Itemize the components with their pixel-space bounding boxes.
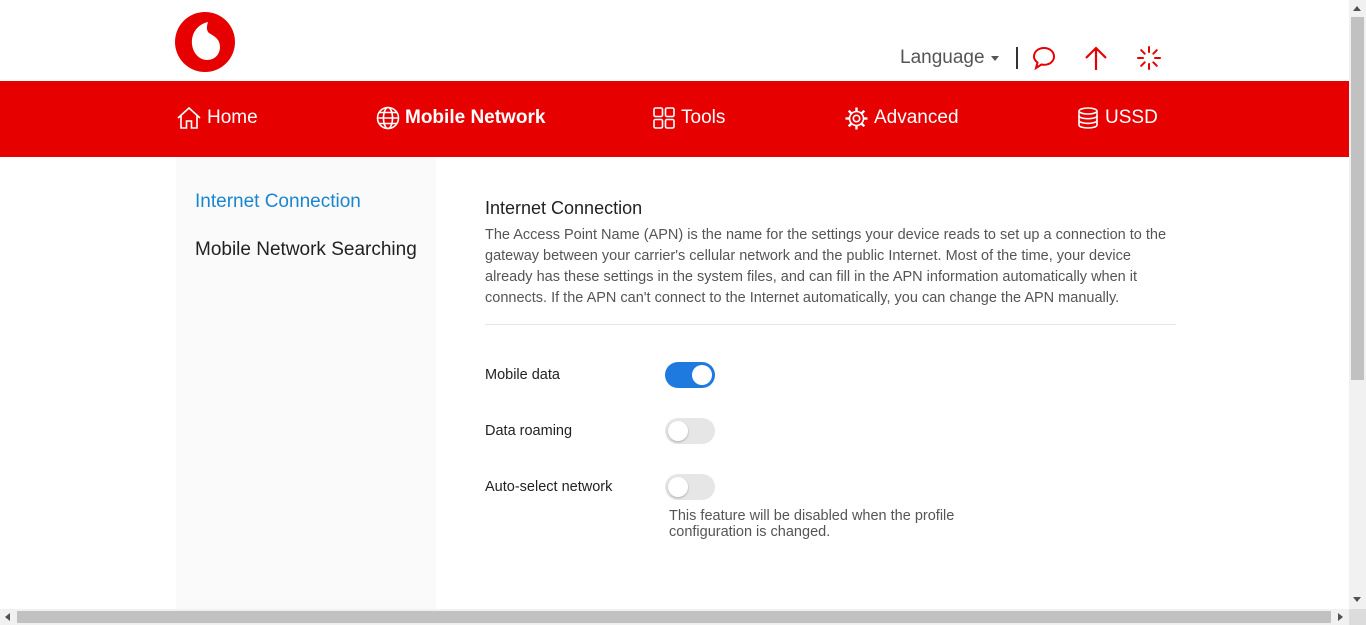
sidebar-item-internet-connection[interactable]: Internet Connection bbox=[195, 191, 361, 213]
database-icon bbox=[1078, 107, 1098, 129]
data-roaming-toggle[interactable] bbox=[665, 418, 715, 444]
nav-home[interactable]: Home bbox=[176, 103, 258, 133]
auto-select-network-note: This feature will be disabled when the p… bbox=[669, 508, 955, 540]
tools-grid-icon bbox=[653, 107, 675, 129]
scroll-up-icon[interactable] bbox=[1353, 6, 1361, 11]
scroll-right-icon[interactable] bbox=[1338, 613, 1343, 621]
nav-ussd-label: USSD bbox=[1105, 107, 1158, 128]
scroll-left-icon[interactable] bbox=[5, 613, 10, 621]
scroll-down-icon[interactable] bbox=[1353, 597, 1361, 602]
nav-advanced[interactable]: Advanced bbox=[844, 103, 959, 133]
language-dropdown[interactable]: Language bbox=[900, 47, 999, 69]
loading-spinner-icon[interactable] bbox=[1135, 44, 1163, 72]
header-divider bbox=[1016, 47, 1018, 69]
main-content: Internet Connection The Access Point Nam… bbox=[485, 198, 1176, 325]
toggle-knob bbox=[692, 365, 712, 385]
vertical-scrollbar[interactable] bbox=[1349, 0, 1366, 609]
vodafone-logo[interactable] bbox=[175, 12, 235, 72]
home-icon bbox=[177, 106, 201, 129]
section-divider bbox=[485, 324, 1176, 325]
toggle-knob bbox=[668, 421, 688, 441]
horizontal-scrollbar[interactable] bbox=[0, 609, 1349, 625]
globe-icon bbox=[376, 106, 400, 130]
scrollbar-corner bbox=[1349, 609, 1366, 625]
message-icon[interactable] bbox=[1030, 44, 1058, 72]
nav-tools-label: Tools bbox=[681, 107, 726, 128]
caret-down-icon bbox=[990, 55, 999, 61]
nav-mobile-network[interactable]: Mobile Network bbox=[376, 103, 545, 133]
gear-icon bbox=[845, 107, 868, 129]
nav-advanced-label: Advanced bbox=[874, 107, 959, 128]
nav-tools[interactable]: Tools bbox=[652, 103, 725, 133]
main-nav: Home Mobile Network Tools Advanced USSD bbox=[0, 81, 1349, 157]
nav-mobile-network-label: Mobile Network bbox=[405, 107, 546, 128]
toggle-knob bbox=[668, 477, 688, 497]
page-title: Internet Connection bbox=[485, 198, 643, 218]
upload-arrow-icon[interactable] bbox=[1082, 44, 1110, 72]
auto-select-network-toggle[interactable] bbox=[665, 474, 715, 500]
nav-ussd[interactable]: USSD bbox=[1076, 103, 1158, 133]
language-label: Language bbox=[900, 47, 985, 68]
sidebar-item-mobile-network-searching[interactable]: Mobile Network Searching bbox=[195, 239, 417, 261]
page-description: The Access Point Name (APN) is the name … bbox=[485, 227, 1167, 306]
data-roaming-label: Data roaming bbox=[485, 423, 573, 439]
sidebar: Internet Connection Mobile Network Searc… bbox=[176, 157, 436, 609]
header-tools: Language bbox=[900, 44, 1161, 72]
router-web-page: Language Home Mobile Network Tools Advan… bbox=[0, 0, 1349, 609]
mobile-data-toggle[interactable] bbox=[665, 362, 715, 388]
mobile-data-label: Mobile data bbox=[485, 367, 560, 383]
vertical-scrollbar-thumb[interactable] bbox=[1351, 17, 1364, 380]
nav-home-label: Home bbox=[207, 107, 258, 128]
auto-select-network-label: Auto-select network bbox=[485, 479, 613, 495]
horizontal-scrollbar-thumb[interactable] bbox=[17, 611, 1331, 623]
